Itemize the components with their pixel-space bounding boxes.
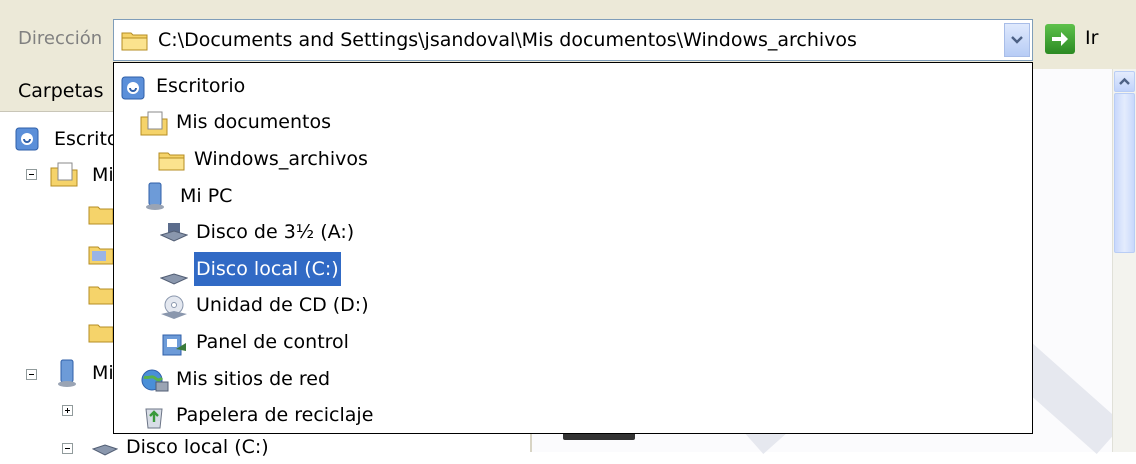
scroll-thumb[interactable]	[1114, 93, 1135, 253]
desktop-icon	[120, 75, 146, 113]
folders-pane-title: Carpetas	[18, 80, 104, 102]
folder-icon	[121, 28, 149, 57]
vertical-scrollbar[interactable]	[1112, 69, 1136, 452]
chevron-up-icon	[1119, 77, 1130, 85]
dropdown-item-label: Mis documentos	[176, 111, 331, 133]
dropdown-item-label: Disco de 3½ (A:)	[196, 221, 355, 243]
network-places-icon	[140, 368, 170, 406]
dropdown-item-label: Mis sitios de red	[176, 368, 331, 390]
expand-toggle[interactable]	[62, 405, 73, 416]
folder-icon	[88, 282, 114, 311]
collapse-toggle[interactable]	[62, 443, 73, 454]
go-label: Ir	[1085, 27, 1099, 49]
address-label: Dirección	[18, 28, 103, 49]
dropdown-item-label: Papelera de reciclaje	[176, 404, 374, 426]
tree-item-label: Mi	[92, 362, 114, 384]
floppy-drive-icon	[159, 221, 189, 257]
go-arrow-icon	[1045, 24, 1075, 54]
dropdown-item-label: Mi PC	[180, 185, 233, 207]
cd-drive-icon	[160, 294, 188, 332]
go-button[interactable]: Ir	[1045, 22, 1125, 58]
address-combobox[interactable]: C:\Documents and Settings\jsandoval\Mis …	[113, 19, 1033, 61]
collapse-toggle[interactable]	[26, 169, 37, 180]
hard-drive-icon	[91, 440, 119, 462]
folder-icon	[88, 202, 114, 231]
address-dropdown-list: Escritorio Mis documentos Windows_archiv…	[113, 62, 1033, 434]
dropdown-item-label: Panel de control	[196, 331, 349, 353]
address-path-input[interactable]: C:\Documents and Settings\jsandoval\Mis …	[158, 29, 857, 51]
dropdown-item-label: Disco local (C:)	[193, 251, 342, 287]
collapse-toggle[interactable]	[26, 369, 37, 380]
chevron-down-icon	[1011, 36, 1023, 44]
folder-icon	[88, 320, 114, 349]
folder-icon	[88, 242, 114, 271]
address-dropdown-button[interactable]	[1004, 23, 1030, 57]
dropdown-item-label: Escritorio	[156, 75, 246, 97]
dropdown-item-label: Windows_archivos	[194, 148, 368, 170]
recycle-bin-icon	[140, 404, 168, 442]
scroll-up-button[interactable]	[1114, 71, 1135, 92]
tree-item-label: Escrito	[54, 128, 119, 150]
hard-drive-icon	[159, 262, 189, 298]
my-computer-icon	[144, 181, 166, 223]
desktop-icon	[14, 126, 40, 157]
my-documents-icon	[50, 162, 78, 193]
tree-item-label: Mi	[92, 164, 114, 186]
my-computer-icon	[56, 358, 78, 393]
dropdown-item-label: Unidad de CD (D:)	[196, 294, 369, 316]
my-documents-icon	[140, 111, 168, 149]
